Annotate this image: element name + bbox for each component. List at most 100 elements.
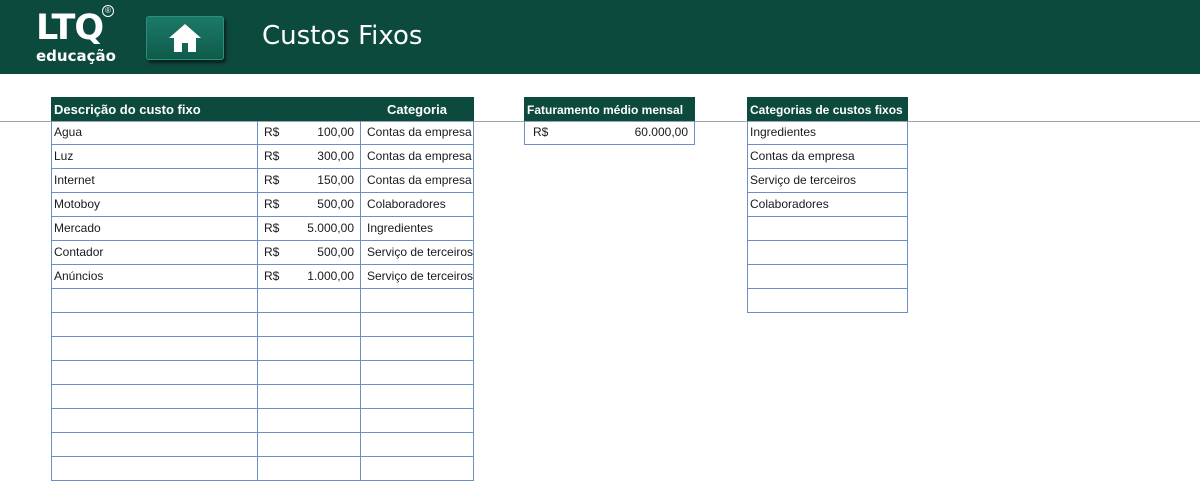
category-text: Contas da empresa	[367, 125, 472, 139]
value-text: 500,00	[317, 245, 354, 259]
value-cell[interactable]	[257, 337, 360, 360]
description-text: Contador	[54, 245, 104, 259]
category-text: Colaboradores	[367, 197, 446, 211]
category-item-cell[interactable]	[747, 241, 908, 264]
description-text: Anúncios	[54, 269, 104, 283]
revenue-cell[interactable]: R$ 60.000,00	[524, 121, 695, 144]
value-text: 150,00	[317, 173, 354, 187]
description-cell[interactable]: Motoboy	[51, 193, 257, 216]
currency-text: R$	[264, 173, 280, 187]
category-cell[interactable]	[360, 385, 474, 408]
category-item-cell[interactable]: Contas da empresa	[747, 145, 908, 168]
currency-text: R$	[264, 149, 280, 163]
header-category: Categoria	[387, 102, 447, 117]
category-cell[interactable]	[360, 313, 474, 336]
category-item-text: Colaboradores	[750, 197, 829, 211]
category-item-cell[interactable]	[747, 265, 908, 288]
table-row: Motoboy R$ 500,00 Colaboradores	[51, 193, 474, 217]
category-item-cell[interactable]: Colaboradores	[747, 193, 908, 216]
category-item-cell[interactable]	[747, 217, 908, 240]
value-cell[interactable]	[257, 313, 360, 336]
category-item-cell[interactable]: Serviço de terceiros	[747, 169, 908, 192]
category-item-text: Contas da empresa	[750, 149, 855, 163]
category-cell[interactable]: Contas da empresa	[360, 145, 474, 168]
logo-subtext: educação	[36, 47, 116, 65]
value-cell[interactable]: R$ 1.000,00	[257, 265, 360, 288]
description-cell[interactable]: Contador	[51, 241, 257, 264]
category-row	[747, 289, 908, 313]
page-title: Custos Fixos	[262, 21, 423, 51]
table-header: Descrição do custo fixo Categoria	[51, 97, 474, 121]
category-text: Contas da empresa	[367, 173, 472, 187]
category-cell[interactable]	[360, 409, 474, 432]
category-row: Serviço de terceiros	[747, 169, 908, 193]
table-row	[51, 313, 474, 337]
value-cell[interactable]: R$ 500,00	[257, 241, 360, 264]
category-row	[747, 217, 908, 241]
header-description: Descrição do custo fixo	[54, 102, 201, 117]
description-cell[interactable]	[51, 337, 257, 360]
category-cell[interactable]: Contas da empresa	[360, 169, 474, 192]
category-item-cell[interactable]: Ingredientes	[747, 121, 908, 144]
category-row	[747, 265, 908, 289]
category-item-cell[interactable]	[747, 289, 908, 312]
description-cell[interactable]: Mercado	[51, 217, 257, 240]
revenue-row: R$ 60.000,00	[524, 121, 695, 145]
currency-text: R$	[264, 125, 280, 139]
description-cell[interactable]: Internet	[51, 169, 257, 192]
category-item-text: Serviço de terceiros	[750, 173, 857, 187]
table-row	[51, 385, 474, 409]
home-icon	[169, 24, 201, 52]
table-row	[51, 409, 474, 433]
revenue-currency: R$	[533, 125, 549, 139]
value-cell[interactable]: R$ 500,00	[257, 193, 360, 216]
value-cell[interactable]	[257, 433, 360, 456]
revenue-header-label: Faturamento médio mensal	[527, 103, 684, 117]
category-cell[interactable]: Contas da empresa	[360, 121, 474, 144]
value-cell[interactable]: R$ 150,00	[257, 169, 360, 192]
description-text: Internet	[54, 173, 95, 187]
category-cell[interactable]	[360, 433, 474, 456]
category-cell[interactable]: Serviço de terceiros	[360, 265, 474, 288]
category-cell[interactable]	[360, 289, 474, 312]
value-cell[interactable]	[257, 385, 360, 408]
value-cell[interactable]	[257, 289, 360, 312]
home-button[interactable]	[146, 16, 224, 60]
currency-text: R$	[264, 221, 280, 235]
value-text: 100,00	[317, 125, 354, 139]
description-cell[interactable]	[51, 361, 257, 384]
value-cell[interactable]: R$ 5.000,00	[257, 217, 360, 240]
value-cell[interactable]	[257, 361, 360, 384]
category-text: Serviço de terceiros	[367, 269, 474, 283]
description-cell[interactable]: Luz	[51, 145, 257, 168]
category-cell[interactable]	[360, 457, 474, 480]
description-cell[interactable]	[51, 313, 257, 336]
table-row: Contador R$ 500,00 Serviço de terceiros	[51, 241, 474, 265]
table-row: Anúncios R$ 1.000,00 Serviço de terceiros	[51, 265, 474, 289]
description-cell[interactable]: Anúncios	[51, 265, 257, 288]
value-cell[interactable]: R$ 300,00	[257, 145, 360, 168]
value-cell[interactable]: R$ 100,00	[257, 121, 360, 144]
value-cell[interactable]	[257, 457, 360, 480]
description-cell[interactable]: Agua	[51, 121, 257, 144]
table-row	[51, 457, 474, 481]
table-row: Internet R$ 150,00 Contas da empresa	[51, 169, 474, 193]
category-cell[interactable]	[360, 361, 474, 384]
category-row: Ingredientes	[747, 121, 908, 145]
value-cell[interactable]	[257, 409, 360, 432]
description-cell[interactable]	[51, 433, 257, 456]
category-cell[interactable]	[360, 337, 474, 360]
category-text: Ingredientes	[367, 221, 434, 235]
category-text: Serviço de terceiros	[367, 245, 474, 259]
value-text: 1.000,00	[307, 269, 354, 283]
description-cell[interactable]	[51, 289, 257, 312]
description-cell[interactable]	[51, 457, 257, 480]
description-cell[interactable]	[51, 385, 257, 408]
table-row: Mercado R$ 5.000,00 Ingredientes	[51, 217, 474, 241]
category-row	[747, 241, 908, 265]
category-cell[interactable]: Colaboradores	[360, 193, 474, 216]
description-cell[interactable]	[51, 409, 257, 432]
categories-header: Categorias de custos fixos	[747, 97, 908, 121]
category-cell[interactable]: Serviço de terceiros	[360, 241, 474, 264]
category-cell[interactable]: Ingredientes	[360, 217, 474, 240]
